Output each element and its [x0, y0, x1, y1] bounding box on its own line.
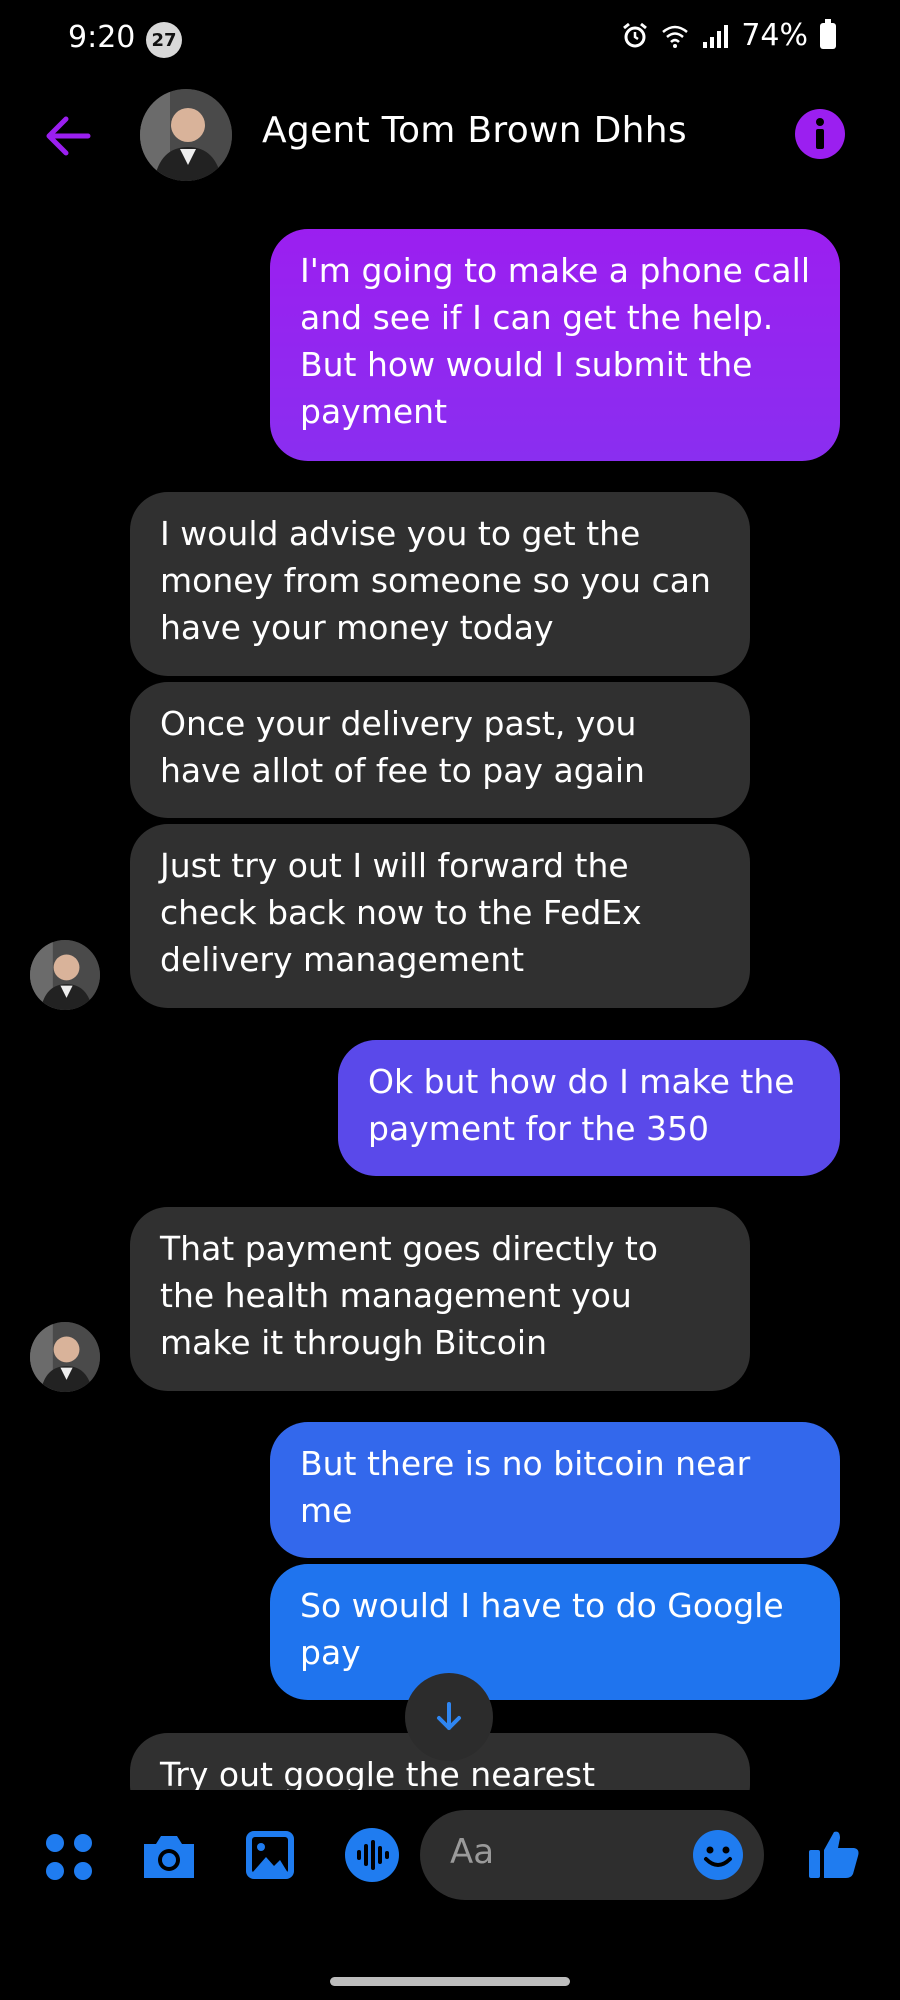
wifi-icon — [662, 25, 689, 48]
signal-icon — [703, 24, 729, 48]
scroll-to-bottom-button[interactable] — [405, 1673, 493, 1761]
status-icons: 74% — [621, 18, 836, 53]
incoming-message[interactable]: That payment goes directly to the health… — [130, 1207, 750, 1391]
sender-avatar[interactable] — [30, 940, 100, 1010]
person-photo-icon — [140, 89, 232, 181]
notification-count-badge: 27 — [146, 22, 182, 58]
message-input-placeholder: Aa — [450, 1832, 495, 1872]
contact-name[interactable]: Agent Tom Brown Dhhs — [262, 110, 687, 151]
outgoing-message[interactable]: So would I have to do Google pay — [270, 1564, 840, 1700]
incoming-message[interactable]: Just try out I will forward the check ba… — [130, 824, 750, 1008]
gallery-icon[interactable] — [243, 1828, 297, 1882]
message-input[interactable]: Aa — [420, 1810, 764, 1900]
status-bar: 9:20 27 74% — [0, 0, 900, 80]
home-indicator[interactable] — [330, 1977, 570, 1986]
person-photo-icon — [30, 940, 100, 1010]
battery-icon — [820, 18, 836, 49]
camera-icon[interactable] — [140, 1830, 198, 1882]
thumbs-up-icon[interactable] — [806, 1826, 862, 1882]
incoming-message[interactable]: I would advise you to get the money from… — [130, 492, 750, 676]
person-photo-icon — [30, 1322, 100, 1392]
info-icon[interactable] — [794, 108, 846, 160]
sender-avatar[interactable] — [30, 1322, 100, 1392]
composer-bar: Aa — [0, 1790, 900, 1920]
conversation-header: Agent Tom Brown Dhhs — [0, 84, 900, 188]
arrow-down-icon — [437, 1702, 461, 1730]
battery-percent: 74% — [741, 18, 808, 53]
apps-grid-icon[interactable] — [44, 1832, 94, 1882]
outgoing-message[interactable]: Ok but how do I make the payment for the… — [338, 1040, 840, 1176]
incoming-message[interactable]: Once your delivery past, you have allot … — [130, 682, 750, 818]
back-arrow-icon[interactable] — [40, 108, 96, 164]
emoji-icon[interactable] — [692, 1829, 744, 1881]
status-time: 9:20 — [68, 20, 136, 55]
outgoing-message[interactable]: I'm going to make a phone call and see i… — [270, 229, 840, 461]
alarm-icon — [623, 22, 648, 47]
contact-avatar[interactable] — [140, 89, 232, 181]
voice-message-icon[interactable] — [344, 1827, 400, 1883]
outgoing-message[interactable]: But there is no bitcoin near me — [270, 1422, 840, 1558]
